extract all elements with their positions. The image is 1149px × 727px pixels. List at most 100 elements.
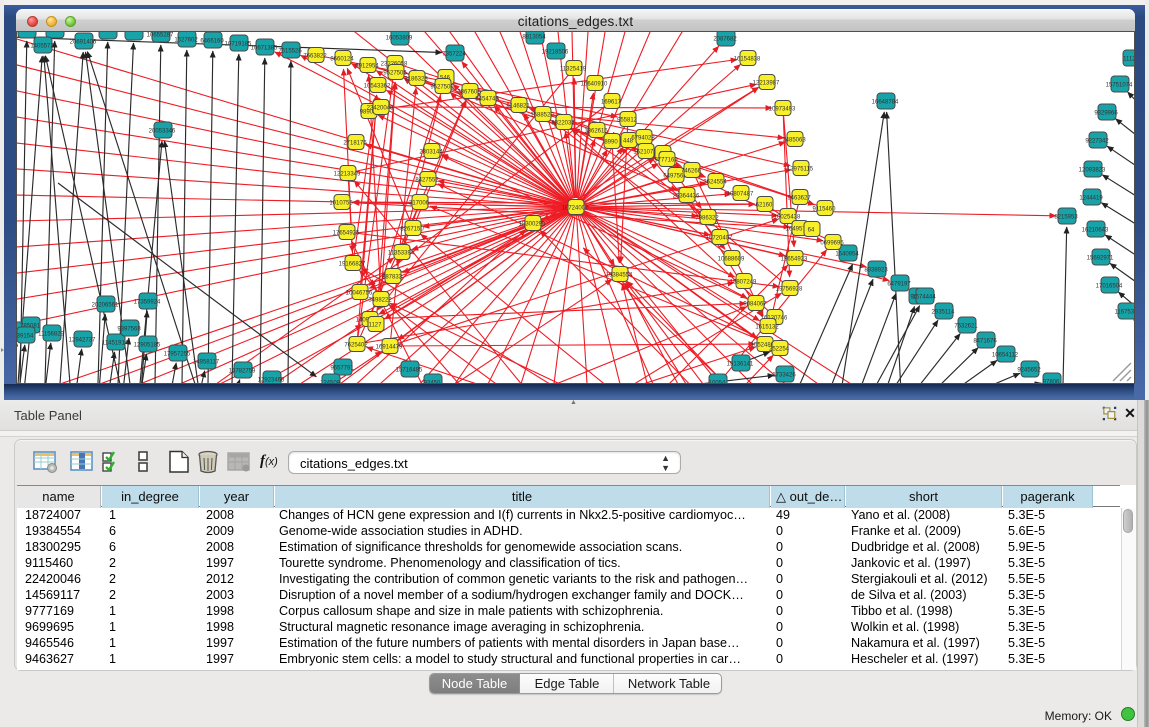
svg-text:2087682: 2087682	[713, 36, 737, 42]
svg-text:3498222: 3498222	[368, 297, 392, 303]
svg-text:10046756: 10046756	[346, 290, 373, 296]
svg-text:2867608: 2867608	[457, 89, 481, 95]
svg-text:8215953: 8215953	[1054, 214, 1078, 220]
svg-text:16782759: 16782759	[229, 368, 256, 374]
svg-text:12213349: 12213349	[334, 171, 361, 177]
svg-text:8813054: 8813054	[522, 34, 546, 40]
svg-text:7515526: 7515526	[278, 48, 302, 54]
svg-text:20053346: 20053346	[149, 128, 176, 134]
svg-text:16053809: 16053809	[386, 35, 413, 41]
svg-text:2935114: 2935114	[932, 309, 956, 315]
svg-text:16154838: 16154838	[734, 56, 761, 62]
svg-text:6466160: 6466160	[200, 38, 224, 44]
svg-text:39154: 39154	[17, 333, 34, 339]
svg-text:62160: 62160	[756, 202, 773, 208]
svg-text:8454749: 8454749	[475, 96, 499, 102]
svg-text:11325419: 11325419	[560, 66, 587, 72]
svg-text:7625402: 7625402	[344, 342, 368, 348]
svg-text:17654925: 17654925	[333, 230, 360, 236]
svg-text:5912954: 5912954	[355, 63, 379, 69]
svg-text:1167534: 1167534	[1115, 309, 1134, 315]
svg-text:7632621: 7632621	[954, 323, 978, 329]
svg-text:9245652: 9245652	[1017, 367, 1041, 373]
svg-text:1640954: 1640954	[835, 251, 859, 257]
svg-text:9527506: 9527506	[430, 84, 454, 90]
svg-text:8322037: 8322037	[551, 120, 575, 126]
svg-text:8427552: 8427552	[415, 177, 439, 183]
svg-text:10719185: 10719185	[225, 41, 252, 47]
svg-text:14958117: 14958117	[193, 359, 220, 365]
svg-text:15136141: 15136141	[727, 361, 754, 367]
svg-text:1733426: 1733426	[772, 372, 796, 378]
svg-text:8938923: 8938923	[864, 267, 888, 273]
svg-text:1405572: 1405572	[30, 43, 54, 49]
svg-text:15807249: 15807249	[730, 279, 757, 285]
svg-text:9657791: 9657791	[330, 365, 354, 371]
svg-text:10543362: 10543362	[364, 83, 391, 89]
svg-text:20691406: 20691406	[70, 39, 97, 45]
svg-text:1244419: 1244419	[1079, 195, 1103, 201]
svg-text:8186328: 8186328	[404, 76, 428, 82]
svg-text:10671385: 10671385	[251, 45, 278, 51]
svg-text:64: 64	[808, 227, 815, 233]
svg-text:19654923: 19654923	[781, 256, 808, 262]
svg-text:10654112: 10654112	[992, 352, 1019, 358]
svg-text:1527602: 1527602	[174, 37, 198, 43]
svg-text:12942737: 12942737	[69, 337, 96, 343]
svg-text:9146821: 9146821	[506, 103, 530, 109]
svg-text:8990: 8990	[604, 139, 618, 145]
svg-text:12213987: 12213987	[753, 80, 780, 86]
svg-text:2803144: 2803144	[419, 149, 443, 155]
svg-text:1615132: 1615132	[755, 324, 779, 330]
svg-text:10973493: 10973493	[769, 106, 796, 112]
svg-text:252254: 252254	[769, 346, 790, 352]
svg-text:20206561: 20206561	[92, 302, 119, 308]
svg-text:18724007: 18724007	[562, 205, 589, 211]
svg-text:19756928: 19756928	[776, 286, 803, 292]
svg-text:0699695: 0699695	[820, 240, 844, 246]
svg-text:9329966: 9329966	[1094, 110, 1118, 116]
svg-text:3624554: 3624554	[703, 179, 727, 185]
svg-text:12923468: 12923468	[258, 377, 285, 383]
svg-text:887833: 887833	[382, 274, 403, 280]
svg-text:17957255: 17957255	[164, 351, 191, 357]
svg-text:16210643: 16210643	[1082, 227, 1109, 233]
svg-text:11353394: 11353394	[388, 250, 415, 256]
svg-text:15716485: 15716485	[396, 367, 423, 373]
svg-text:8660124: 8660124	[330, 56, 354, 62]
svg-text:10655287: 10655287	[147, 32, 174, 38]
svg-text:1574444: 1574444	[912, 294, 936, 300]
svg-text:10688609: 10688609	[718, 256, 745, 262]
svg-text:12093823: 12093823	[1079, 167, 1106, 173]
svg-text:12975115: 12975115	[787, 166, 814, 172]
svg-text:15692971: 15692971	[1087, 255, 1114, 261]
svg-text:7357224: 7357224	[442, 51, 466, 57]
svg-text:7663822: 7663822	[303, 53, 327, 59]
svg-text:16648784: 16648784	[872, 99, 899, 105]
svg-text:1588520: 1588520	[530, 112, 554, 118]
svg-text:9084067: 9084067	[743, 301, 767, 307]
svg-text:11156829: 11156829	[38, 331, 64, 337]
svg-text:15720407: 15720407	[706, 235, 733, 241]
svg-text:23420046: 23420046	[367, 105, 394, 111]
svg-text:1621072: 1621072	[633, 149, 657, 155]
svg-text:955812: 955812	[617, 117, 638, 123]
svg-text:16640910: 16640910	[581, 81, 608, 87]
svg-text:10807487: 10807487	[727, 191, 754, 197]
svg-text:11123: 11123	[1123, 56, 1134, 62]
svg-text:9227342: 9227342	[1085, 138, 1109, 144]
svg-text:17359924: 17359924	[134, 299, 161, 305]
svg-text:7485063: 7485063	[782, 137, 806, 143]
svg-text:169617: 169617	[601, 99, 622, 105]
svg-text:8471676: 8471676	[973, 338, 997, 344]
svg-text:10025438: 10025438	[774, 214, 801, 220]
svg-text:12905185: 12905185	[134, 342, 161, 348]
svg-text:2718176: 2718176	[343, 140, 367, 146]
svg-text:1127: 1127	[369, 322, 383, 328]
svg-text:19218506: 19218506	[542, 49, 569, 55]
svg-text:746266: 746266	[681, 168, 702, 174]
svg-text:9397568: 9397568	[117, 326, 141, 332]
svg-text:19166827: 19166827	[339, 261, 366, 267]
svg-text:19384554: 19384554	[606, 272, 633, 278]
svg-text:9777169: 9777169	[654, 157, 678, 163]
